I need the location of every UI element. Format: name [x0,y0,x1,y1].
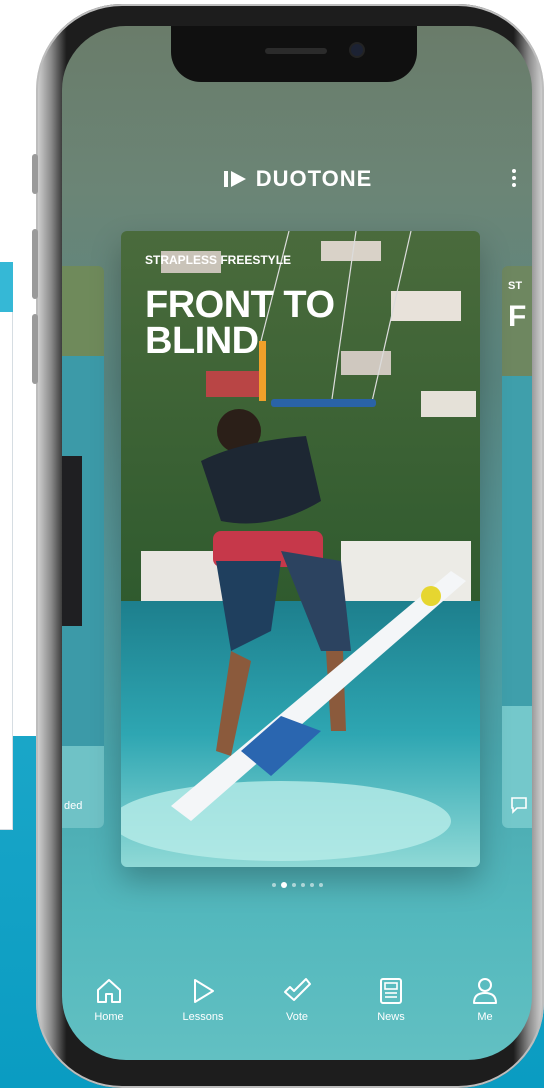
app-screen: DUOTONE ded ST F STRAPLESS FREESTYLE FRO… [62,26,532,1060]
carousel-dot-active[interactable] [280,882,287,888]
lesson-card-previous[interactable]: ded [62,266,104,828]
tab-me-label: Me [477,1011,493,1023]
check-icon [284,978,311,1001]
phone-volume-down [32,314,38,384]
bottom-tab-bar: Home Lessons Vote News Me [62,976,532,1036]
phone-volume-up [32,229,38,299]
lesson-card-next-title: F [508,300,527,333]
play-icon [194,979,214,1003]
tab-lessons[interactable]: Lessons [163,976,243,1036]
carousel-dot[interactable] [300,883,305,887]
app-header: DUOTONE [62,166,532,192]
carousel-pagination [62,882,532,888]
carousel-dot[interactable] [318,883,323,887]
lesson-card-previous-caption: ded [64,800,83,812]
speaker-grille [265,48,327,54]
lesson-card-next[interactable]: ST F [502,266,532,828]
tab-news[interactable]: News [351,976,431,1036]
lesson-title: FRONT TO BLIND [145,284,335,362]
news-icon [380,978,402,1004]
tab-news-label: News [377,1011,405,1023]
comment-icon [511,797,527,814]
carousel-dot[interactable] [271,883,276,887]
tab-vote-label: Vote [285,1011,309,1023]
phone-mute-switch [32,154,38,194]
tab-me[interactable]: Me [445,976,525,1036]
more-menu-icon[interactable] [510,166,518,190]
tab-vote[interactable]: Vote [257,976,337,1036]
brand-name: DUOTONE [255,166,373,191]
home-icon [97,979,121,1003]
background-page-panel [0,262,13,830]
carousel-dot[interactable] [291,883,296,887]
carousel-dot[interactable] [309,883,314,887]
lesson-card-next-kicker: ST [508,280,523,292]
lesson-card-next-image [502,266,532,828]
tab-lessons-label: Lessons [182,1011,224,1023]
lesson-card-active[interactable]: STRAPLESS FREESTYLE FRONT TO BLIND [121,231,480,867]
user-icon [473,978,497,1004]
lesson-category: STRAPLESS FREESTYLE [145,253,292,267]
front-camera [351,44,363,56]
background-page-header [0,262,13,312]
tab-home-label: Home [94,1011,124,1023]
duotone-logo-icon [223,171,246,187]
tab-home[interactable]: Home [69,976,149,1036]
phone-notch [171,26,417,82]
lesson-card-previous-image [62,266,104,828]
